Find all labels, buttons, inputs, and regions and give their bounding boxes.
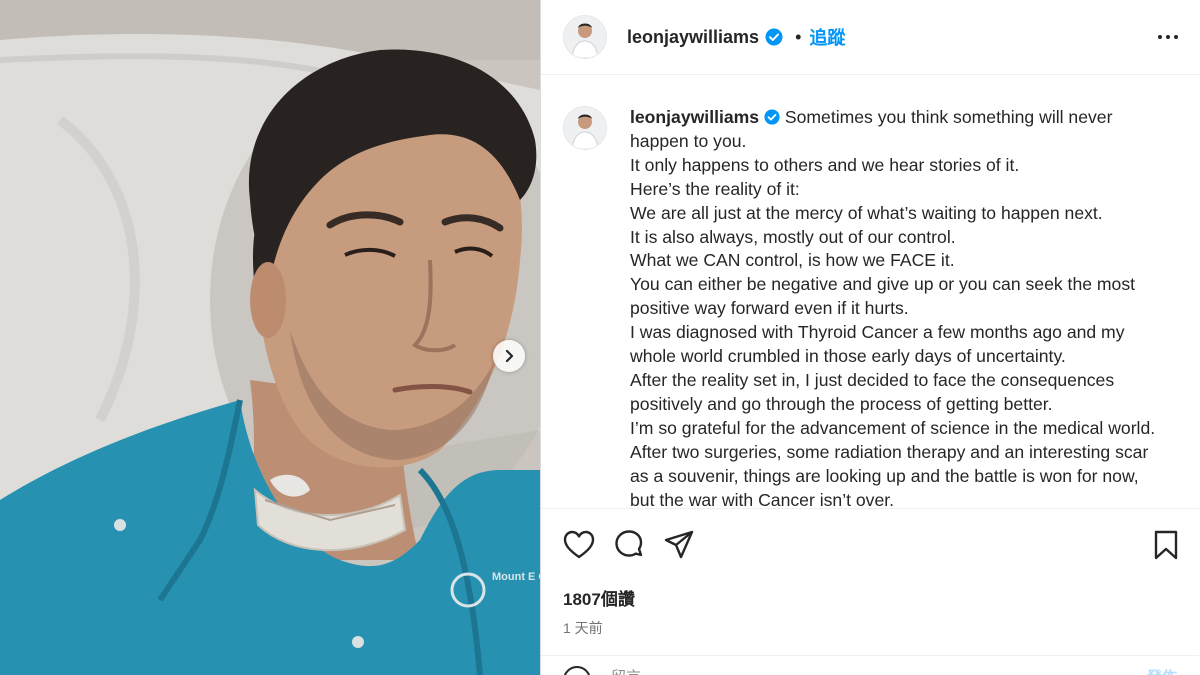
caption-line: positively and go through the process of… <box>630 393 1053 414</box>
comment-input[interactable]: 留言…… <box>611 666 671 675</box>
caption-line: as a souvenir, things are looking up and… <box>630 465 1139 486</box>
caption-line: What we CAN control, is how we FACE it. <box>630 250 955 271</box>
caption-line: positive way forward even if it hurts. <box>630 298 909 319</box>
add-comment-row: 留言…… 發佈 <box>541 655 1199 675</box>
post-side-panel: leonjaywilliams • 追蹤 leonjaywilliams Som… <box>540 0 1200 675</box>
chevron-right-icon <box>505 349 514 363</box>
caption-line: You can either be negative and give up o… <box>630 274 1136 295</box>
author-avatar[interactable] <box>563 15 607 59</box>
caption-line: After the reality set in, I just decided… <box>630 369 1115 390</box>
post-viewer: Mount E ORCHARD leonjaywilliams <box>0 0 1200 675</box>
comment-icon[interactable] <box>613 529 645 561</box>
avatar-image <box>564 16 606 58</box>
post-comment-button[interactable]: 發佈 <box>1147 666 1177 675</box>
caption-line: but the war with Cancer isn’t over. <box>630 489 895 508</box>
emoji-icon[interactable] <box>563 666 591 675</box>
caption-line: After two surgeries, some radiation ther… <box>630 441 1149 462</box>
caption-scroll-area[interactable]: leonjaywilliams Sometimes you think some… <box>541 76 1199 507</box>
post-timestamp[interactable]: 1 天前 <box>541 618 1199 638</box>
caption-author-avatar[interactable] <box>563 106 607 150</box>
caption-row: leonjaywilliams Sometimes you think some… <box>541 76 1199 507</box>
verified-badge-icon <box>765 28 783 46</box>
caption-line: I’m so grateful for the advancement of s… <box>630 417 1156 438</box>
caption-line: Sometimes you think something will never <box>784 107 1113 127</box>
post-header: leonjaywilliams • 追蹤 <box>541 0 1200 75</box>
follow-button[interactable]: 追蹤 <box>809 24 845 50</box>
likes-count[interactable]: 1807個讚 <box>541 585 1199 610</box>
action-icons-row <box>541 509 1199 581</box>
more-options-icon[interactable] <box>1156 29 1180 45</box>
paper-plane-icon[interactable] <box>663 529 695 561</box>
caption-username[interactable]: leonjaywilliams <box>630 107 759 127</box>
caption-line: It only happens to others and we hear st… <box>630 154 1020 175</box>
caption-line: We are all just at the mercy of what’s w… <box>630 202 1103 223</box>
post-actions: 1807個讚 1 天前 <box>541 508 1199 638</box>
caption-line: Here’s the reality of it: <box>630 178 800 199</box>
caption-text: leonjaywilliams Sometimes you think some… <box>630 106 1183 507</box>
bookmark-icon[interactable] <box>1153 530 1179 560</box>
avatar-image <box>564 107 606 149</box>
heart-icon[interactable] <box>563 530 595 560</box>
caption-line: I was diagnosed with Thyroid Cancer a fe… <box>630 322 1125 343</box>
author-username[interactable]: leonjaywilliams <box>627 27 759 48</box>
header-separator: • <box>795 26 802 47</box>
patient-photo-illustration: Mount E ORCHARD <box>0 0 540 675</box>
verified-badge-icon <box>764 109 780 125</box>
caption-line-first: leonjaywilliams Sometimes you think some… <box>630 106 1183 130</box>
caption-line: It is also always, mostly out of our con… <box>630 226 956 247</box>
next-photo-button[interactable] <box>493 340 525 372</box>
post-photo[interactable]: Mount E ORCHARD <box>0 0 540 675</box>
caption-line: happen to you. <box>630 130 747 151</box>
caption-line: whole world crumbled in those early days… <box>630 346 1066 367</box>
